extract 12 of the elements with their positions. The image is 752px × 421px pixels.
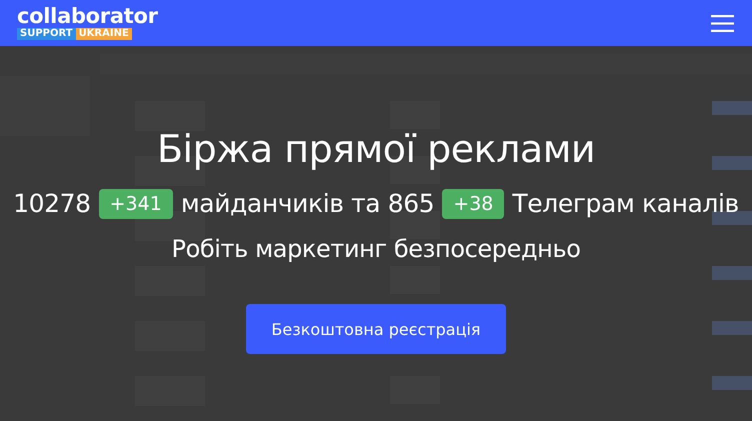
menu-icon[interactable] [711,14,734,32]
hero-title: Біржа прямої реклами [156,126,596,172]
logo[interactable]: collaborator [17,4,158,26]
stats-text: 10278 [13,189,91,219]
stats-text: Телеграм каналів [512,189,739,219]
hero-subtitle: Робіть маркетинг безпосередньо [172,234,580,264]
count-badge: +341 [98,189,173,219]
register-button[interactable]: Безкоштовна реєстрація [246,304,506,354]
count-badge: +38 [442,189,504,219]
logo-tag: SUPPORT [17,28,76,40]
logo-tag: UKRAINE [76,28,132,40]
stats-text: майданчиків та 865 [180,189,434,219]
